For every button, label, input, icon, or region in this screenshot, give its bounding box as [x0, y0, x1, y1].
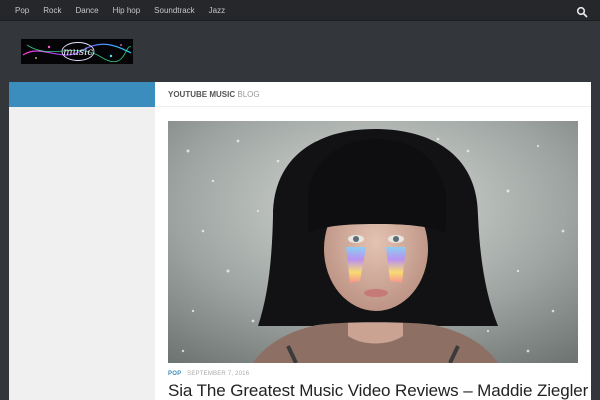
top-navigation: Pop Rock Dance Hip hop Soundtrack Jazz — [0, 0, 600, 21]
post-title-link[interactable]: Sia The Greatest Music Video Reviews – M… — [168, 381, 588, 400]
page-title: YouTube Music Blog — [155, 82, 591, 107]
featured-image[interactable] — [168, 121, 578, 363]
page-title-strong: YouTube Music — [168, 90, 236, 99]
nav-menu: Pop Rock Dance Hip hop Soundtrack Jazz — [0, 0, 600, 21]
post-category-link[interactable]: Pop — [168, 371, 181, 377]
post-meta: Pop September 7, 2016 — [168, 371, 249, 377]
nav-item-soundtrack[interactable]: Soundtrack — [147, 0, 201, 21]
nav-item-rock[interactable]: Rock — [36, 0, 68, 21]
site-header: music — [0, 22, 600, 80]
search-icon[interactable] — [576, 5, 588, 18]
main-content: YouTube Music Blog — [155, 82, 591, 400]
nav-item-jazz[interactable]: Jazz — [202, 0, 232, 21]
post-date: September 7, 2016 — [187, 371, 250, 377]
nav-item-dance[interactable]: Dance — [68, 0, 105, 21]
site-logo[interactable]: music — [21, 39, 133, 64]
page-title-light: Blog — [237, 90, 260, 99]
nav-item-pop[interactable]: Pop — [8, 0, 36, 21]
nav-item-hip-hop[interactable]: Hip hop — [106, 0, 148, 21]
sidebar — [9, 107, 155, 400]
sidebar-header — [9, 82, 155, 107]
logo-text: music — [63, 47, 93, 58]
